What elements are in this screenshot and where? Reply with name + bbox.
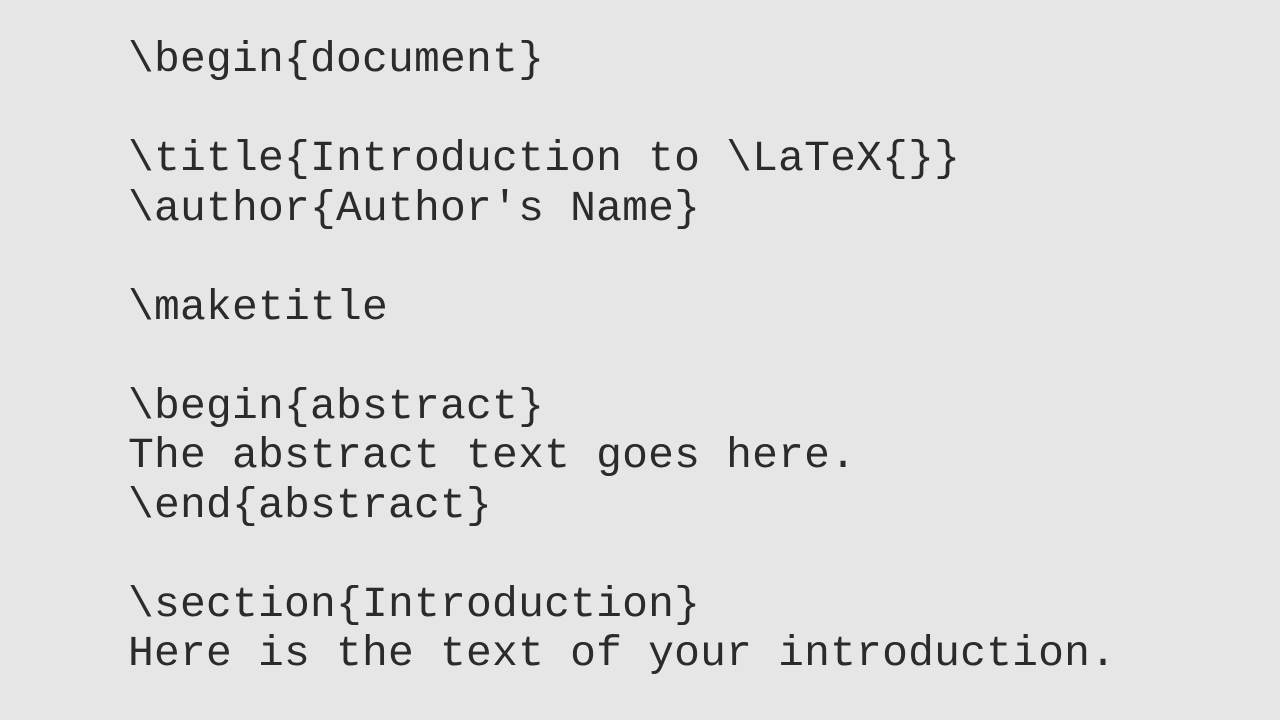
code-line-maketitle: \maketitle xyxy=(128,282,389,332)
code-line-end-abstract: \end{abstract} xyxy=(128,480,493,530)
code-line-blank xyxy=(128,332,1116,382)
code-line-blank xyxy=(128,85,1116,135)
latex-source: \begin{document} \title{Introduction to … xyxy=(128,35,1116,679)
code-line-blank xyxy=(128,530,1116,580)
code-line-blank xyxy=(128,233,1116,283)
code-line-section: \section{Introduction} xyxy=(128,579,701,629)
code-line-author: \author{Author's Name} xyxy=(128,183,701,233)
code-view: \begin{document} \title{Introduction to … xyxy=(0,0,1280,720)
code-line-abstract-text: The abstract text goes here. xyxy=(128,431,857,480)
code-line-title: \title{Introduction to \LaTeX{}} xyxy=(128,134,961,183)
code-line-begin-document: \begin{document} xyxy=(128,35,545,84)
code-line-introduction-text: Here is the text of your introduction. xyxy=(128,629,1117,678)
code-line-begin-abstract: \begin{abstract} xyxy=(128,381,545,431)
